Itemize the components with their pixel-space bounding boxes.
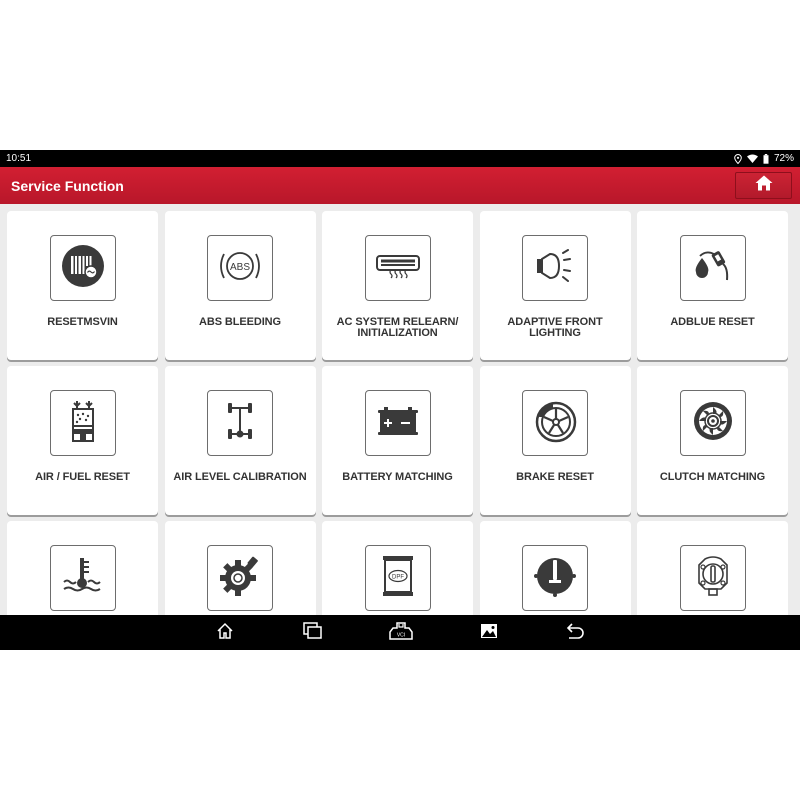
function-label: CLUTCH MATCHING [659, 471, 766, 483]
icon-frame [364, 390, 431, 456]
dpf-filter-icon: DPF [380, 554, 416, 603]
home-outline-icon [216, 622, 234, 645]
function-label: BRAKE RESET [516, 471, 594, 483]
function-card-adblue-reset[interactable]: ADBLUE RESET [637, 211, 788, 360]
wifi-icon [746, 154, 758, 163]
location-icon [734, 153, 742, 164]
svg-text:DPF: DPF [392, 574, 404, 580]
function-label: AIR / FUEL RESET [35, 471, 130, 483]
gallery-icon [480, 623, 498, 644]
air-fuel-cylinder-icon [68, 399, 98, 448]
recent-apps-icon [303, 621, 323, 645]
abs-icon: ABS [218, 246, 262, 291]
nav-recents-button[interactable] [301, 621, 325, 645]
function-grid: RESETMSVIN ABS ABS BLEEDING AC SYSTEM RE… [7, 211, 797, 650]
icon-frame: ABS [207, 235, 273, 301]
battery-icon [377, 405, 419, 442]
function-card-air-fuel-reset[interactable]: AIR / FUEL RESET [7, 366, 158, 515]
icon-frame [522, 390, 588, 456]
function-label: AC SYSTEM RELEARN/ INITIALIZATION [336, 316, 459, 339]
icon-frame [679, 390, 746, 456]
brake-wheel-icon [533, 399, 577, 448]
app-header: Service Function [0, 167, 800, 204]
function-label: ADBLUE RESET [670, 316, 755, 328]
status-bar: 10:51 72% [0, 150, 800, 167]
icon-frame [522, 235, 588, 301]
icon-frame [207, 390, 273, 456]
app-screen: 10:51 72% Service Function RESETMSVIN AB… [0, 150, 800, 650]
status-time: 10:51 [6, 153, 32, 164]
fuel-tank-cap-icon [695, 553, 731, 604]
page-title: Service Function [11, 177, 124, 194]
function-card-resetmsvin[interactable]: RESETMSVIN [7, 211, 158, 360]
function-card-adaptive-front-lighting[interactable]: ADAPTIVE FRONT LIGHTING [479, 211, 631, 360]
icon-frame [49, 390, 116, 456]
icon-frame [679, 545, 746, 611]
home-icon [755, 175, 773, 196]
svg-text:ABS: ABS [230, 262, 250, 273]
icon-frame [522, 545, 588, 611]
gear-icon [218, 554, 262, 603]
function-card-brake-reset[interactable]: BRAKE RESET [479, 366, 631, 515]
back-arrow-icon [565, 622, 585, 645]
axle-chassis-icon [227, 399, 253, 448]
icon-frame [49, 545, 116, 611]
nav-home-button[interactable] [213, 621, 237, 645]
function-label: ADAPTIVE FRONT LIGHTING [507, 316, 603, 339]
icon-frame [364, 235, 431, 301]
vci-connector-icon: VCI [389, 621, 413, 645]
nav-vci-button[interactable]: VCI [389, 621, 413, 645]
icon-frame [679, 235, 746, 301]
function-card-abs-bleeding[interactable]: ABS ABS BLEEDING [164, 211, 316, 360]
function-label: RESETMSVIN [47, 316, 118, 328]
function-label: BATTERY MATCHING [342, 471, 453, 483]
function-label: ABS BLEEDING [199, 316, 281, 328]
function-card-battery-matching[interactable]: BATTERY MATCHING [322, 366, 473, 515]
air-conditioner-icon [374, 253, 422, 284]
function-label: AIR LEVEL CALIBRATION [173, 471, 307, 483]
icon-frame [49, 235, 116, 301]
barcode-vin-icon [61, 244, 105, 293]
headlight-icon [533, 248, 577, 289]
function-card-clutch-matching[interactable]: CLUTCH MATCHING [637, 366, 788, 515]
battery-icon [763, 153, 769, 164]
function-card-air-level-calibration[interactable]: AIR LEVEL CALIBRATION [164, 366, 316, 515]
throttle-warning-icon [532, 553, 578, 604]
icon-frame [207, 545, 273, 611]
nav-screenshot-button[interactable] [477, 621, 501, 645]
svg-text:VCI: VCI [397, 632, 405, 638]
icon-frame: DPF [364, 545, 431, 611]
coolant-temperature-icon [61, 554, 105, 603]
home-button[interactable] [735, 172, 792, 199]
battery-percent: 72% [773, 153, 794, 164]
clutch-disc-icon [692, 400, 734, 447]
navigation-bar: VCI [0, 615, 800, 650]
nav-back-button[interactable] [563, 621, 587, 645]
fuel-nozzle-drop-icon [690, 246, 736, 291]
function-card-ac-system[interactable]: AC SYSTEM RELEARN/ INITIALIZATION [322, 211, 473, 360]
